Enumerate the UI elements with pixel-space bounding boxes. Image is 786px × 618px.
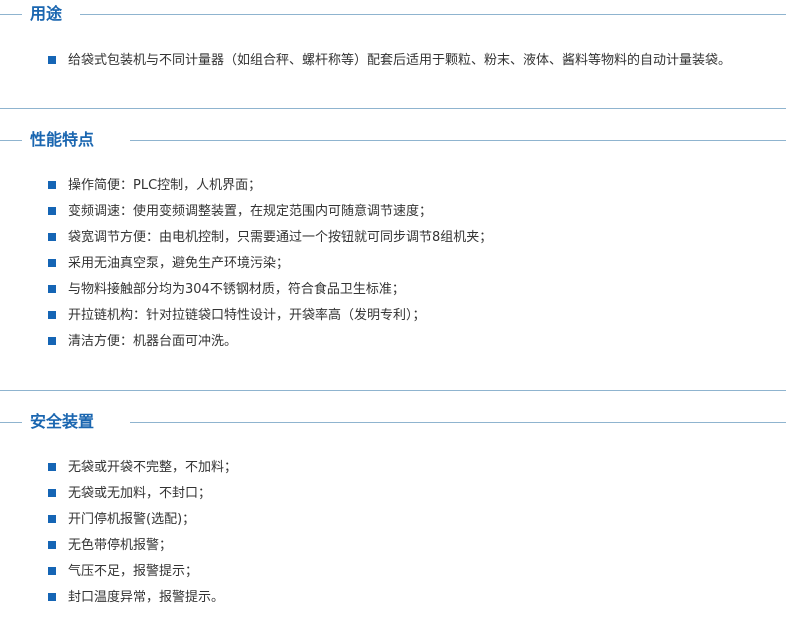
list-item: 开门停机报警(选配)； (48, 507, 237, 533)
header-rule-right (80, 14, 786, 15)
square-bullet-icon (48, 232, 56, 241)
list-item-text: 采用无油真空泵，避免生产环境污染； (68, 256, 290, 271)
square-bullet-icon (48, 488, 56, 497)
square-bullet-icon (48, 336, 56, 345)
list-item-text: 给袋式包装机与不同计量器（如组合秤、螺杆称等）配套后适用于颗粒、粉末、液体、酱料… (68, 53, 732, 68)
header-rule-right (130, 422, 786, 423)
square-bullet-icon (48, 258, 56, 267)
section-divider (0, 390, 786, 391)
list-item-text: 气压不足，报警提示； (68, 564, 199, 579)
section-features: 性能特点 操作简便：PLC控制，人机界面； 变频调速：使用变频调整装置，在规定范… (0, 126, 786, 349)
section-title: 性能特点 (30, 130, 95, 149)
header-rule-left (0, 140, 22, 141)
features-list: 操作简便：PLC控制，人机界面； 变频调速：使用变频调整装置，在规定范围内可随意… (48, 173, 492, 355)
list-item-text: 清洁方便：机器台面可冲洗。 (68, 334, 238, 349)
list-item-text: 封口温度异常，报警提示。 (68, 590, 225, 605)
header-rule-left (0, 14, 22, 15)
list-item-text: 无袋或开袋不完整，不加料； (68, 460, 238, 475)
square-bullet-icon (48, 514, 56, 523)
section-header: 安全装置 (0, 408, 786, 438)
square-bullet-icon (48, 55, 56, 64)
list-item: 与物料接触部分均为304不锈钢材质，符合食品卫生标准； (48, 277, 492, 303)
section-title: 用途 (30, 4, 63, 23)
list-item-text: 无袋或无加料，不封口； (68, 486, 212, 501)
list-item: 气压不足，报警提示； (48, 559, 237, 585)
list-item: 给袋式包装机与不同计量器（如组合秤、螺杆称等）配套后适用于颗粒、粉末、液体、酱料… (48, 48, 731, 74)
list-item-text: 与物料接触部分均为304不锈钢材质，符合食品卫生标准； (68, 282, 405, 297)
list-item-text: 操作简便：PLC控制，人机界面； (68, 178, 262, 193)
square-bullet-icon (48, 462, 56, 471)
square-bullet-icon (48, 310, 56, 319)
header-rule-left (0, 422, 22, 423)
list-item-text: 袋宽调节方便：由电机控制，只需要通过一个按钮就可同步调节8组机夹； (68, 230, 493, 245)
section-header: 用途 (0, 0, 786, 30)
list-item: 变频调速：使用变频调整装置，在规定范围内可随意调节速度； (48, 199, 492, 225)
usage-list: 给袋式包装机与不同计量器（如组合秤、螺杆称等）配套后适用于颗粒、粉末、液体、酱料… (48, 48, 731, 74)
square-bullet-icon (48, 284, 56, 293)
list-item: 采用无油真空泵，避免生产环境污染； (48, 251, 492, 277)
list-item: 无色带停机报警； (48, 533, 237, 559)
list-item: 清洁方便：机器台面可冲洗。 (48, 329, 492, 355)
square-bullet-icon (48, 540, 56, 549)
header-rule-right (130, 140, 786, 141)
section-header: 性能特点 (0, 126, 786, 156)
section-title: 安全装置 (30, 412, 95, 431)
square-bullet-icon (48, 206, 56, 215)
list-item: 无袋或开袋不完整，不加料； (48, 455, 237, 481)
list-item: 操作简便：PLC控制，人机界面； (48, 173, 492, 199)
safety-list: 无袋或开袋不完整，不加料； 无袋或无加料，不封口； 开门停机报警(选配)； 无色… (48, 455, 237, 611)
list-item: 封口温度异常，报警提示。 (48, 585, 237, 611)
section-usage: 用途 给袋式包装机与不同计量器（如组合秤、螺杆称等）配套后适用于颗粒、粉末、液体… (0, 0, 786, 68)
list-item-text: 开门停机报警(选配)； (68, 512, 196, 527)
square-bullet-icon (48, 592, 56, 601)
list-item-text: 无色带停机报警； (68, 538, 173, 553)
list-item-text: 变频调速：使用变频调整装置，在规定范围内可随意调节速度； (68, 204, 433, 219)
section-safety: 安全装置 无袋或开袋不完整，不加料； 无袋或无加料，不封口； 开门停机报警(选配… (0, 408, 786, 605)
list-item: 袋宽调节方便：由电机控制，只需要通过一个按钮就可同步调节8组机夹； (48, 225, 492, 251)
square-bullet-icon (48, 180, 56, 189)
section-divider (0, 108, 786, 109)
list-item-text: 开拉链机构：针对拉链袋口特性设计，开袋率高（发明专利）； (68, 308, 426, 323)
list-item: 无袋或无加料，不封口； (48, 481, 237, 507)
list-item: 开拉链机构：针对拉链袋口特性设计，开袋率高（发明专利）； (48, 303, 492, 329)
square-bullet-icon (48, 566, 56, 575)
